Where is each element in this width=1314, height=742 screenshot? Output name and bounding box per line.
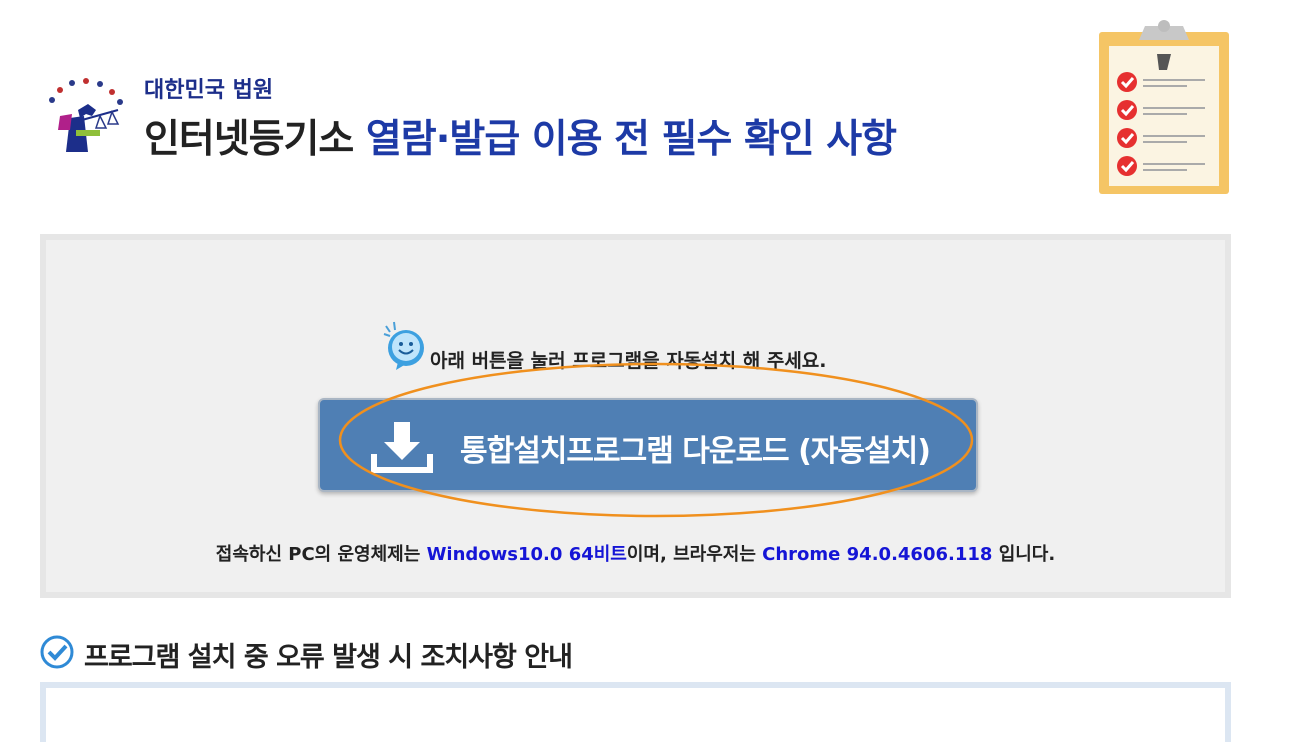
download-icon: [371, 422, 433, 473]
smiley-bubble-icon: [383, 321, 424, 370]
install-notice-text: 아래 버튼을 눌러 프로그램을 자동설치 해 주세요.: [430, 350, 827, 372]
download-button-label: 통합설치프로그램 다운로드 (자동설치): [460, 434, 931, 469]
check-circle-icon: [40, 635, 74, 669]
page-header: 대한민국 법원 인터넷등기소 열람·발급 이용 전 필수 확인 사항: [40, 60, 1040, 170]
error-guide-title: 프로그램 설치 중 오류 발생 시 조치사항 안내: [84, 642, 573, 673]
system-info-prefix: 접속하신 PC의 운영체제는: [215, 544, 427, 565]
page-title-part1: 인터넷등기소: [144, 117, 366, 162]
system-info-suffix: 입니다.: [992, 544, 1056, 565]
page-title: 인터넷등기소 열람·발급 이용 전 필수 확인 사항: [144, 108, 897, 164]
system-info-middle: 이며, 브라우저는: [626, 544, 763, 565]
error-guide-box: [40, 682, 1231, 742]
court-logo: [49, 78, 123, 152]
install-panel: 아래 버튼을 눌러 프로그램을 자동설치 해 주세요. 통합설치프로그램 다운로…: [40, 234, 1231, 598]
system-info: 접속하신 PC의 운영체제는 Windows10.0 64비트이며, 브라우저는…: [46, 540, 1225, 566]
os-value: Windows10.0 64비트: [426, 544, 627, 565]
download-installer-button[interactable]: 통합설치프로그램 다운로드 (자동설치): [318, 398, 978, 492]
court-name: 대한민국 법원: [144, 78, 274, 103]
page-title-part2: 열람·발급 이용 전 필수 확인 사항: [365, 117, 897, 162]
browser-value: Chrome 94.0.4606.118: [762, 544, 993, 565]
clipboard-checklist-icon: [1099, 20, 1229, 194]
